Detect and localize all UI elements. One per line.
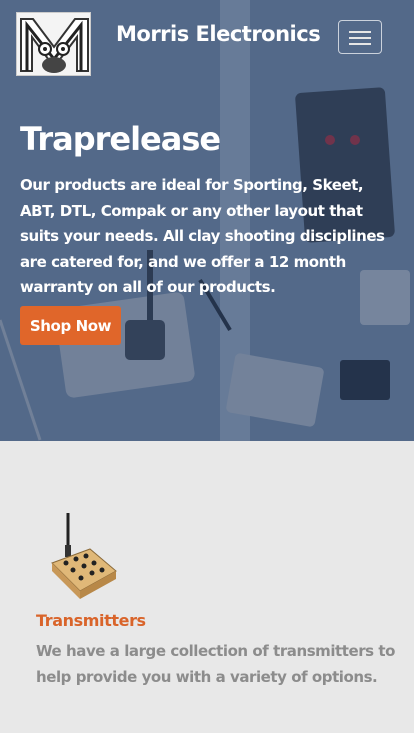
- brand-name[interactable]: Morris Electronics: [116, 22, 321, 46]
- transmitter-icon[interactable]: [46, 511, 118, 603]
- feature-title[interactable]: Transmitters: [36, 611, 146, 630]
- hero-description: Our products are ideal for Sporting, Ske…: [20, 176, 385, 296]
- navbar: Morris Electronics: [0, 0, 414, 90]
- shop-now-button[interactable]: Shop Now: [20, 306, 121, 345]
- morris-m-logo-icon[interactable]: [16, 12, 91, 76]
- hero-section: Morris Electronics Traprelease Our produ…: [0, 0, 414, 441]
- features-section: Transmitters We have a large collection …: [0, 441, 414, 733]
- hero-title: Traprelease: [20, 120, 221, 158]
- hamburger-menu-icon[interactable]: [338, 20, 382, 54]
- feature-description: We have a large collection of transmitte…: [36, 642, 395, 686]
